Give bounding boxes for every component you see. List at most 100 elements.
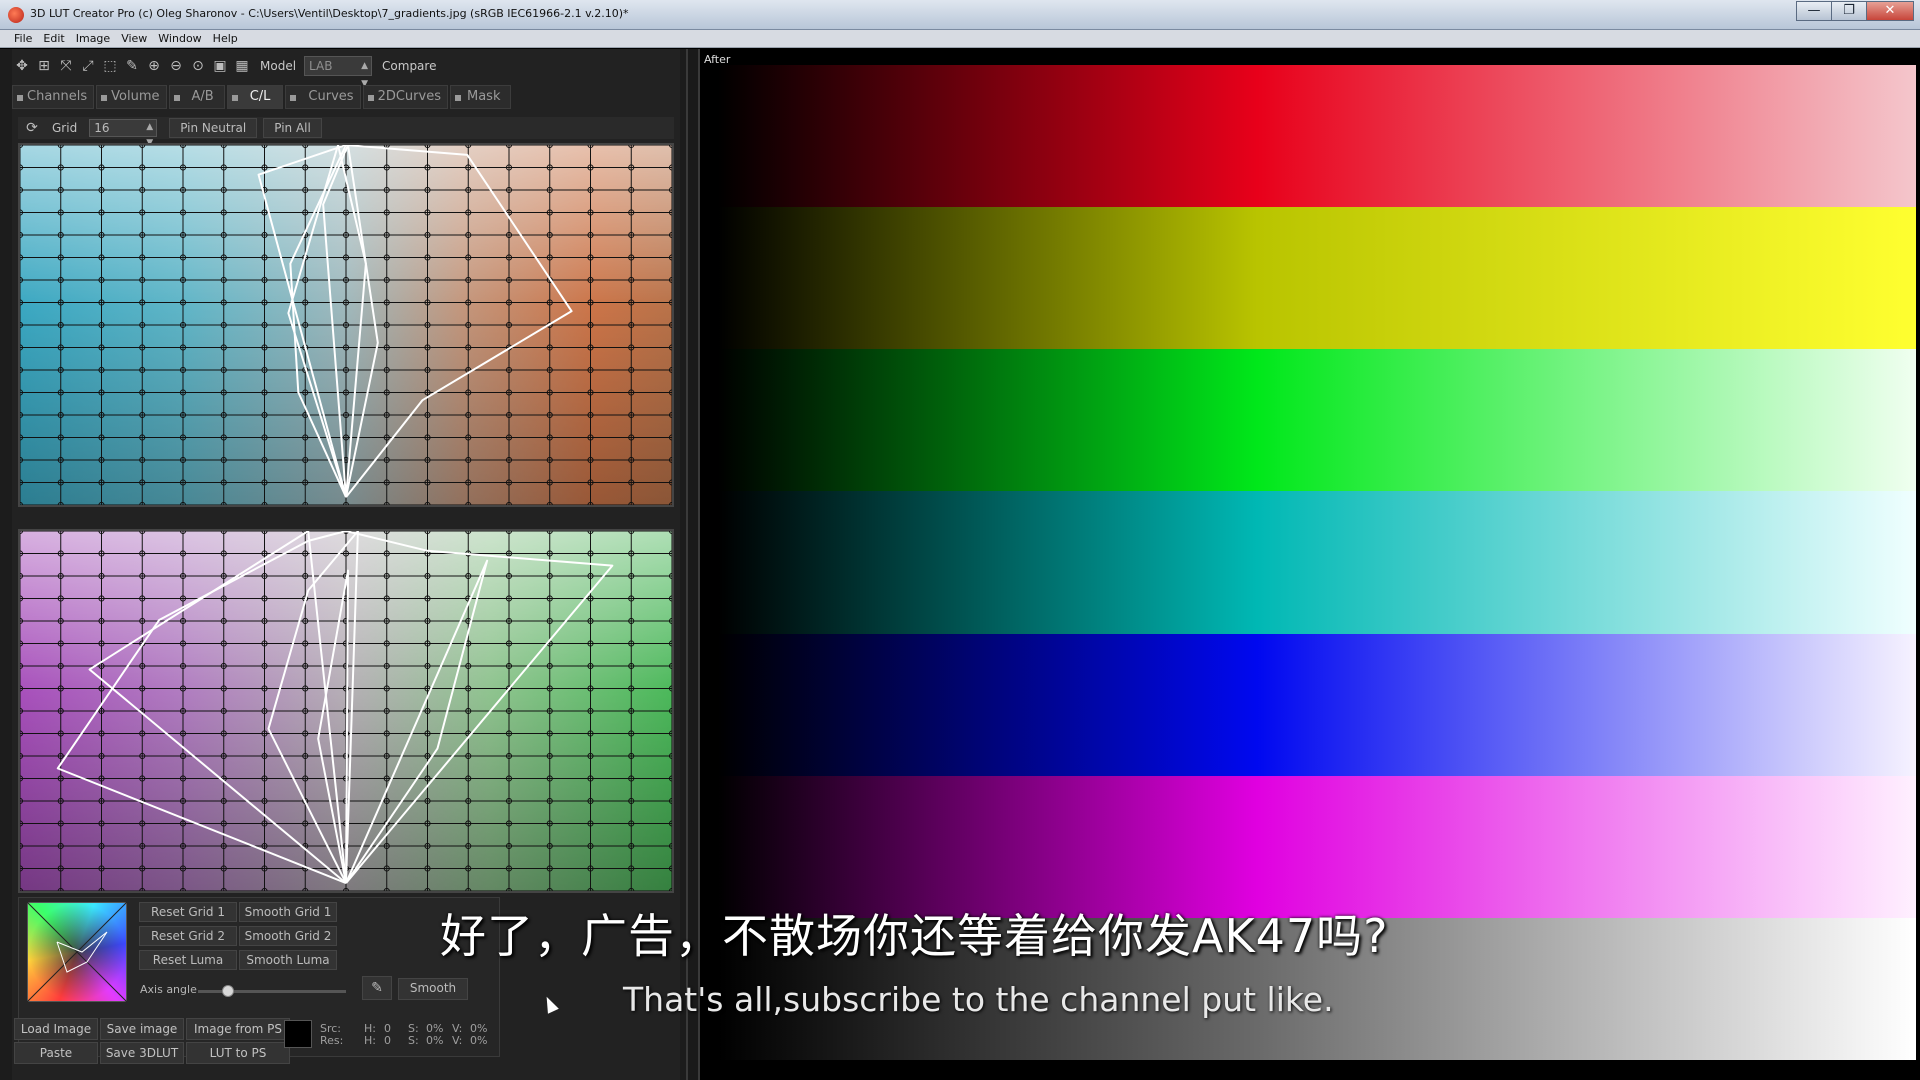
tab-bullet-icon — [173, 95, 180, 101]
tab-volume[interactable]: Volume — [96, 85, 167, 109]
cl-grid-plot[interactable] — [18, 529, 674, 893]
menu-bar: File Edit Image View Window Help — [0, 30, 1920, 48]
load-image-button[interactable]: Load Image — [14, 1018, 98, 1040]
color-wheel-axes-icon — [27, 902, 127, 1002]
tab-curves[interactable]: Curves — [285, 85, 361, 109]
tab-label: C/L — [249, 89, 271, 104]
tab-bullet-icon — [454, 95, 461, 101]
axis-angle-label: Axis angle — [140, 983, 197, 996]
res-h-label: H: — [364, 1034, 376, 1047]
cl-grid-svg[interactable] — [20, 531, 672, 891]
mode-tabs: Channels Volume A/B C/L Curves 2DCurves … — [12, 85, 513, 109]
app-icon — [8, 7, 24, 23]
tab-bullet-icon — [17, 95, 23, 101]
gradient-band — [718, 633, 1916, 777]
ab-grid-svg[interactable] — [20, 145, 672, 505]
res-s-value: 0% — [426, 1034, 444, 1047]
select-icon[interactable]: ⬚ — [100, 56, 120, 76]
title-bar: 3D LUT Creator Pro (c) Oleg Sharonov - C… — [0, 0, 1920, 30]
eyedropper-icon[interactable]: ✎ — [362, 976, 392, 1000]
menu-edit[interactable]: Edit — [43, 30, 73, 47]
image-from-ps-button[interactable]: Image from PS — [186, 1018, 290, 1040]
model-select[interactable]: LAB ▲ ▼ — [304, 56, 373, 89]
layout-icon[interactable]: ▦ — [232, 56, 252, 76]
minimize-button[interactable]: — — [1796, 1, 1832, 21]
tab-mask[interactable]: Mask — [449, 85, 512, 109]
tab-ab[interactable]: A/B — [168, 85, 225, 109]
tab-bullet-icon — [231, 95, 238, 101]
compare-button[interactable]: Compare — [382, 59, 436, 73]
color-swatch — [284, 1020, 312, 1048]
res-label: Res: — [320, 1034, 344, 1047]
tab-bullet-icon — [367, 95, 374, 101]
grid-icon[interactable]: ⊞ — [34, 56, 54, 76]
refresh-icon[interactable]: ⟳ — [22, 118, 42, 138]
tab-2dcurves[interactable]: 2DCurves — [362, 85, 448, 109]
reset-grid-1-button[interactable]: Reset Grid 1 — [139, 902, 237, 922]
model-value: LAB — [309, 59, 333, 73]
smooth-button[interactable]: Smooth — [398, 978, 468, 1000]
model-label: Model — [260, 59, 297, 73]
tab-bullet-icon — [290, 95, 297, 101]
pin-neutral-button[interactable]: Pin Neutral — [169, 118, 258, 138]
eyedropper-icon[interactable]: ✎ — [122, 56, 142, 76]
axis-angle-slider[interactable] — [198, 985, 346, 997]
menu-view[interactable]: View — [121, 30, 156, 47]
save-3dlut-button[interactable]: Save 3DLUT — [100, 1042, 184, 1064]
gradient-band — [718, 65, 1916, 209]
grid-label: Grid — [52, 121, 78, 135]
expand-icon[interactable]: ⤢ — [78, 56, 98, 76]
reset-luma-button[interactable]: Reset Luma — [139, 950, 237, 970]
tab-label: Mask — [466, 89, 501, 104]
subtitle-chinese: 好了，广告，不散场你还等着给你发AK47吗? — [440, 909, 1389, 963]
grid-size-stepper[interactable]: 16 ▲▼ — [89, 119, 158, 148]
ab-grid-plot[interactable] — [18, 143, 674, 507]
grid-size-value: 16 — [94, 121, 110, 135]
gradient-band — [718, 207, 1916, 351]
tab-channels[interactable]: Channels — [12, 85, 95, 109]
axis-angle-thumb[interactable] — [221, 985, 234, 997]
menu-window[interactable]: Window — [158, 30, 210, 47]
maximize-button[interactable]: ❐ — [1831, 1, 1867, 21]
menu-file[interactable]: File — [14, 30, 41, 47]
res-h-value: 0 — [384, 1034, 391, 1047]
menu-image[interactable]: Image — [76, 30, 119, 47]
gradient-band — [718, 491, 1916, 635]
main-toolbar: ✥ ⊞ ⤧ ⤢ ⬚ ✎ ⊕ ⊖ ⊙ ▣ ▦ Model LAB ▲ ▼ Compa… — [12, 53, 436, 89]
window-title: 3D LUT Creator Pro (c) Oleg Sharonov - C… — [30, 7, 629, 20]
gradient-band — [718, 349, 1916, 493]
save-image-button[interactable]: Save image — [100, 1018, 184, 1040]
zoom-actual-icon[interactable]: ▣ — [210, 56, 230, 76]
paste-button[interactable]: Paste — [14, 1042, 98, 1064]
gamut-curve — [88, 531, 347, 884]
tab-label: Curves — [308, 89, 354, 104]
smooth-luma-button[interactable]: Smooth Luma — [239, 950, 337, 970]
tab-label: Volume — [111, 89, 160, 104]
res-s-label: S: — [408, 1034, 419, 1047]
menu-help[interactable]: Help — [213, 30, 247, 47]
reset-grid-2-button[interactable]: Reset Grid 2 — [139, 926, 237, 946]
zoom-out-icon[interactable]: ⊖ — [166, 56, 186, 76]
tab-label: A/B — [191, 89, 214, 104]
gamut-curve — [345, 559, 489, 884]
res-v-value: 0% — [470, 1034, 488, 1047]
move-icon[interactable]: ✥ — [12, 56, 32, 76]
tab-label: Channels — [27, 89, 88, 104]
subtitle-english: That's all,subscribe to the channel put … — [623, 980, 1334, 1019]
zoom-in-icon[interactable]: ⊕ — [144, 56, 164, 76]
tab-label: 2DCurves — [377, 89, 441, 104]
window-controls: — ❐ ✕ — [1796, 1, 1914, 21]
close-button[interactable]: ✕ — [1866, 1, 1914, 21]
lut-to-ps-button[interactable]: LUT to PS — [186, 1042, 290, 1064]
smooth-grid-2-button[interactable]: Smooth Grid 2 — [239, 926, 337, 946]
gradient-band — [718, 775, 1916, 919]
tab-bullet-icon — [101, 95, 108, 101]
tab-cl[interactable]: C/L — [226, 85, 284, 109]
grid-toolbar: ⟳ Grid 16 ▲▼ Pin Neutral Pin All — [18, 117, 674, 148]
res-v-label: V: — [452, 1034, 463, 1047]
smooth-grid-1-button[interactable]: Smooth Grid 1 — [239, 902, 337, 922]
pin-all-button[interactable]: Pin All — [263, 118, 322, 138]
gamut-curve — [287, 145, 367, 498]
zoom-fit-icon[interactable]: ⊙ — [188, 56, 208, 76]
fit-icon[interactable]: ⤧ — [56, 56, 76, 76]
